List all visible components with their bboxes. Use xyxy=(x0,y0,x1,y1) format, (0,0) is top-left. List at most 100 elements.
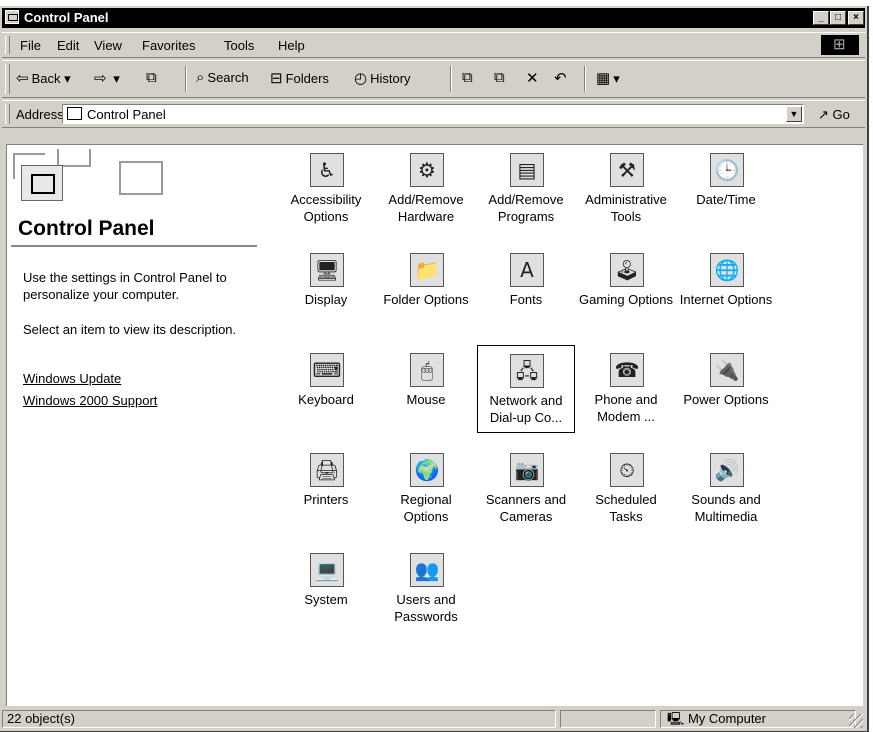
accessibility-icon: ♿ xyxy=(306,149,346,189)
windows-update-link[interactable]: Windows Update xyxy=(23,371,121,386)
users-passwords-icon: 👥 xyxy=(406,549,446,589)
item-accessibility[interactable]: ♿ Accessibility Options xyxy=(277,149,375,225)
title-divider xyxy=(11,245,257,247)
item-mouse[interactable]: 🖱 Mouse xyxy=(377,349,475,408)
item-internet-options[interactable]: 🌐 Internet Options xyxy=(677,249,775,308)
item-label: Printers xyxy=(303,492,349,507)
item-system[interactable]: 💻 System xyxy=(277,549,375,608)
item-users-passwords[interactable]: 👥 Users and Passwords xyxy=(377,549,475,625)
go-arrow-icon: ↗ xyxy=(818,107,829,122)
status-zone-label: My Computer xyxy=(687,711,766,726)
go-button[interactable]: ↗ Go xyxy=(818,107,850,123)
views-button[interactable]: ▦ ▾ xyxy=(596,69,620,87)
item-display[interactable]: 🖥 Display xyxy=(277,249,375,308)
delete-icon: ✕ xyxy=(526,70,539,87)
close-button[interactable]: × xyxy=(848,11,864,25)
history-label: History xyxy=(370,71,411,86)
menu-bar: File Edit View Favorites Tools Help xyxy=(2,32,865,58)
resize-grip[interactable] xyxy=(849,714,863,728)
menu-help[interactable]: Help xyxy=(278,38,305,53)
folder-options-icon: 📁 xyxy=(406,249,446,289)
item-label: Regional Options xyxy=(400,492,452,524)
regional-options-icon: 🌍 xyxy=(406,449,446,489)
item-keyboard[interactable]: ⌨ Keyboard xyxy=(277,349,375,408)
delete-button[interactable]: ✕ xyxy=(526,69,542,87)
menu-file[interactable]: File xyxy=(20,38,41,53)
back-arrow-icon: ⇦ xyxy=(16,70,29,87)
menu-view[interactable]: View xyxy=(94,38,122,53)
item-gaming-options[interactable]: 🕹 Gaming Options xyxy=(577,249,675,308)
status-empty-cell xyxy=(560,710,656,728)
item-network[interactable]: 🖧 Network and Dial-up Co... xyxy=(477,345,575,433)
add-remove-programs-icon: ▤ xyxy=(506,149,546,189)
menu-favorites[interactable]: Favorites xyxy=(142,38,195,53)
move-to-button[interactable]: ⧉ xyxy=(462,69,476,86)
item-phone-modem[interactable]: ☎ Phone and Modem ... xyxy=(577,349,675,425)
item-label: Add/Remove Hardware xyxy=(388,192,464,224)
item-label: Internet Options xyxy=(679,292,773,307)
add-remove-hardware-icon: ⚙ xyxy=(406,149,446,189)
history-button[interactable]: ◴ History xyxy=(354,69,411,87)
sounds-multimedia-icon: 🔊 xyxy=(706,449,746,489)
item-date-time[interactable]: 🕒 Date/Time xyxy=(677,149,775,208)
up-folder-button[interactable]: ⧉ xyxy=(146,69,160,86)
address-input[interactable]: Control Panel ▼ xyxy=(62,104,804,124)
item-scanners-cameras[interactable]: 📷 Scanners and Cameras xyxy=(477,449,575,525)
copy-to-button[interactable]: ⧉ xyxy=(494,69,508,86)
search-button[interactable]: ⌕ Search xyxy=(196,69,249,86)
search-label: Search xyxy=(207,70,249,85)
undo-button[interactable]: ↶ xyxy=(554,69,570,87)
control-panel-icon xyxy=(67,107,82,120)
item-add-remove-programs[interactable]: ▤ Add/Remove Programs xyxy=(477,149,575,225)
mouse-icon: 🖱 xyxy=(406,349,446,389)
item-administrative-tools[interactable]: ⚒ Administrative Tools xyxy=(577,149,675,225)
toolbar-separator xyxy=(185,66,187,92)
forward-button[interactable]: ⇨ ▾ xyxy=(94,69,120,87)
address-dropdown-button[interactable]: ▼ xyxy=(786,106,802,122)
item-power-options[interactable]: 🔌 Power Options xyxy=(677,349,775,408)
undo-icon: ↶ xyxy=(554,70,567,87)
panel-instruction: Select an item to view its description. xyxy=(23,322,237,337)
item-label: Add/Remove Programs xyxy=(488,192,564,224)
minimize-button[interactable]: _ xyxy=(813,11,829,25)
windows-2000-support-link[interactable]: Windows 2000 Support xyxy=(23,393,157,408)
system-icon: 💻 xyxy=(306,549,346,589)
item-label: System xyxy=(304,592,348,607)
back-button[interactable]: ⇦ Back ▾ xyxy=(16,69,71,87)
network-icon: 🖧 xyxy=(506,350,546,390)
item-add-remove-hardware[interactable]: ⚙ Add/Remove Hardware xyxy=(377,149,475,225)
item-label: Scheduled Tasks xyxy=(595,492,657,524)
item-folder-options[interactable]: 📁 Folder Options xyxy=(377,249,475,308)
item-label: Power Options xyxy=(683,392,769,407)
display-icon: 🖥 xyxy=(306,249,346,289)
menu-tools[interactable]: Tools xyxy=(224,38,254,53)
item-label: Display xyxy=(304,292,348,307)
administrative-tools-icon: ⚒ xyxy=(606,149,646,189)
item-scheduled-tasks[interactable]: ⏲ Scheduled Tasks xyxy=(577,449,675,525)
item-label: Fonts xyxy=(509,292,543,307)
menu-edit[interactable]: Edit xyxy=(57,38,79,53)
item-sounds-multimedia[interactable]: 🔊 Sounds and Multimedia xyxy=(677,449,775,525)
item-label: Folder Options xyxy=(383,292,469,307)
item-label: Keyboard xyxy=(298,392,354,407)
my-computer-icon: 🖳 xyxy=(667,711,685,726)
folders-button[interactable]: ⊟ Folders xyxy=(270,69,329,87)
forward-arrow-icon: ⇨ xyxy=(94,70,107,87)
maximize-button[interactable]: □ xyxy=(830,11,846,25)
move-to-icon: ⧉ xyxy=(462,69,473,86)
phone-modem-icon: ☎ xyxy=(606,349,646,389)
gaming-options-icon: 🕹 xyxy=(606,249,646,289)
power-options-icon: 🔌 xyxy=(706,349,746,389)
address-label: Address xyxy=(16,107,64,122)
title-bar[interactable]: Control Panel _ □ × xyxy=(2,8,865,28)
item-printers[interactable]: 🖨 Printers xyxy=(277,449,375,508)
item-label: Gaming Options xyxy=(579,292,673,307)
date-time-icon: 🕒 xyxy=(706,149,746,189)
item-label: Date/Time xyxy=(696,192,756,207)
item-fonts[interactable]: A Fonts xyxy=(477,249,575,308)
item-label: Mouse xyxy=(406,392,446,407)
item-regional-options[interactable]: 🌍 Regional Options xyxy=(377,449,475,525)
toolbar-grip xyxy=(5,64,10,94)
internet-options-icon: 🌐 xyxy=(706,249,746,289)
item-label: Accessibility Options xyxy=(290,192,362,224)
